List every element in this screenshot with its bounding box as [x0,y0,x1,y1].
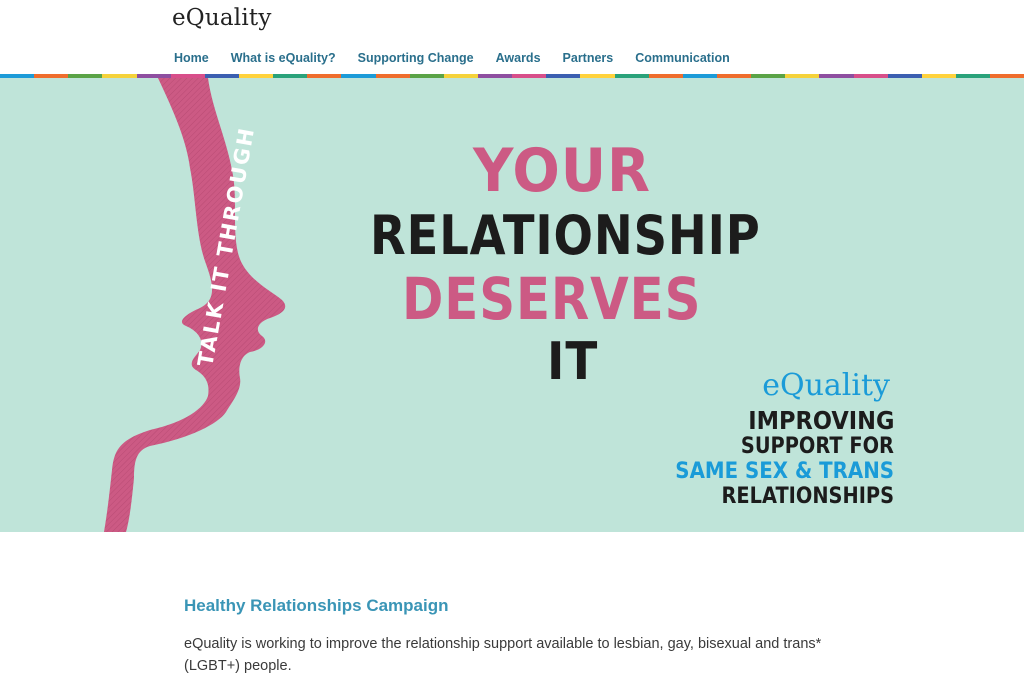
section-heading: Healthy Relationships Campaign [184,596,449,615]
intro-paragraph: eQuality is working to improve the relat… [184,636,822,674]
nav-awards[interactable]: Awards [496,51,541,65]
hero-headline: YOUR RELATIONSHIP DESERVES IT eQuality I… [0,78,1024,532]
headline-line-2: RELATIONSHIP [370,204,761,267]
site-header: eQuality Home What is eQuality? Supporti… [0,0,1024,74]
tagline-line-2: SUPPORT FOR [740,434,894,459]
main-content: Healthy Relationships Campaign eQuality … [184,596,824,677]
hero-banner: TALK IT THROUGH YOUR RELATIONSHIP DESERV… [0,78,1024,532]
site-logo[interactable]: eQuality [172,5,272,31]
nav-home[interactable]: Home [174,51,209,65]
headline-line-4: IT [547,332,599,392]
headline-line-3: DESERVES [402,265,702,333]
main-nav: Home What is eQuality? Supporting Change… [174,51,730,65]
nav-communication[interactable]: Communication [635,51,729,65]
tagline-line-1: IMPROVING [747,406,894,435]
nav-what-is-equality[interactable]: What is eQuality? [231,51,336,65]
headline-line-1: YOUR [473,136,651,206]
hero-brand-logo: eQuality [762,368,890,403]
nav-supporting-change[interactable]: Supporting Change [358,51,474,65]
tagline-line-4: RELATIONSHIPS [721,484,894,509]
tagline-line-3: SAME SEX & TRANS [675,459,894,484]
nav-partners[interactable]: Partners [563,51,614,65]
